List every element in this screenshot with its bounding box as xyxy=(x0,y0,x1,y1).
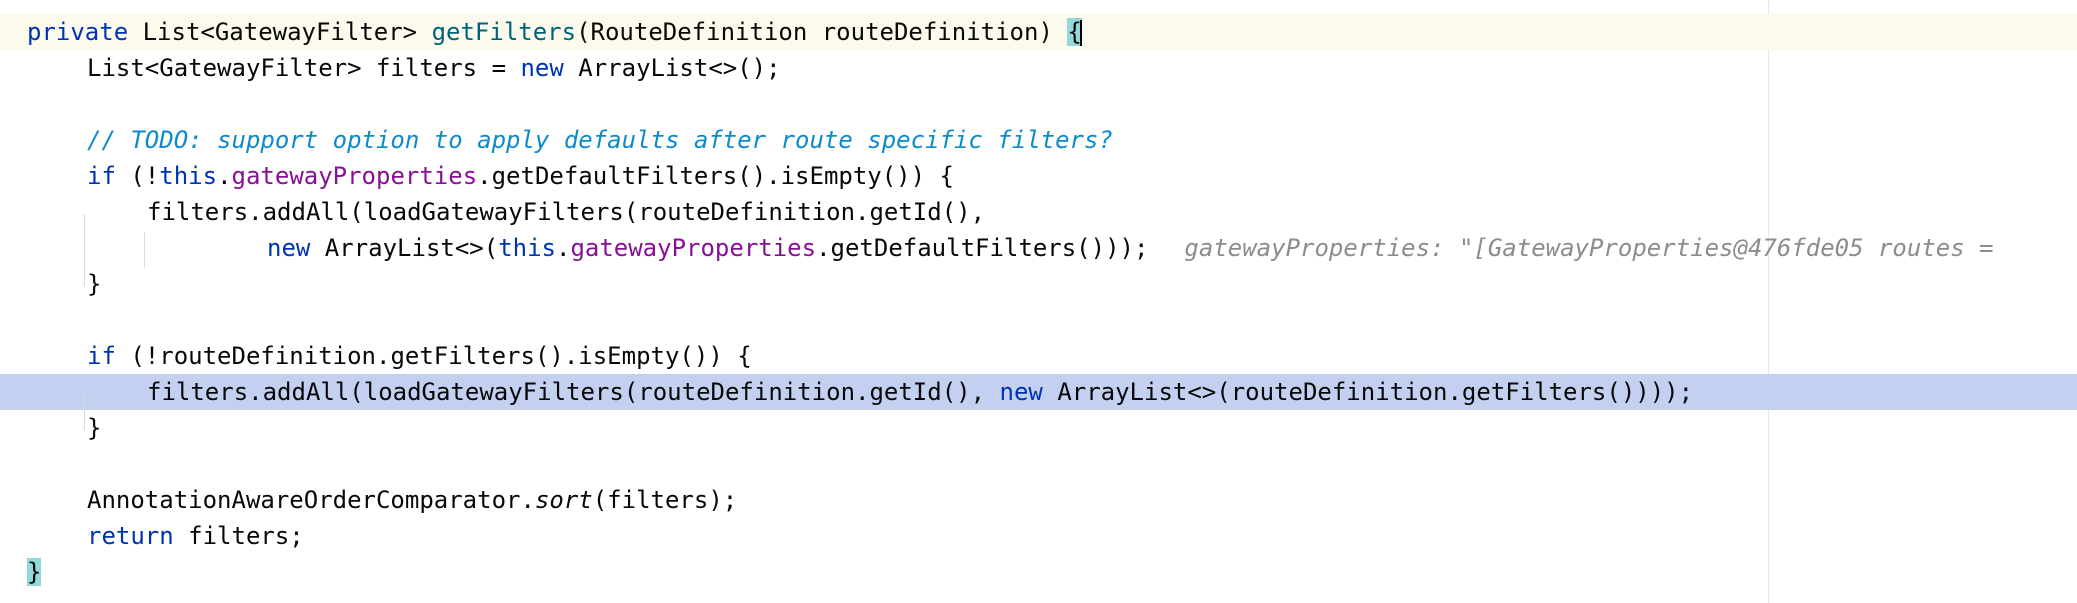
code-line-text: filters.addAll(loadGatewayFilters(routeD… xyxy=(147,194,985,230)
code-token: new xyxy=(520,54,579,82)
indent-guide xyxy=(84,214,85,286)
code-token: if xyxy=(87,162,131,190)
code-token: filters.addAll(loadGatewayFilters(routeD… xyxy=(147,378,1000,406)
code-token: ArrayList<>( xyxy=(324,234,499,262)
code-line-text: return filters; xyxy=(87,518,304,554)
code-line[interactable]: List<GatewayFilter> filters = new ArrayL… xyxy=(0,50,2077,86)
code-editor[interactable]: private List<GatewayFilter> getFilters(R… xyxy=(0,0,2077,603)
code-token: this xyxy=(498,234,556,262)
code-token: .getDefaultFilters().isEmpty()) { xyxy=(477,162,954,190)
debugger-inline-value-hint: gatewayProperties: "[GatewayProperties@4… xyxy=(1184,234,1994,262)
code-token: filters; xyxy=(188,522,304,550)
code-line[interactable]: return filters; xyxy=(0,518,2077,554)
code-line-text: private List<GatewayFilter> getFilters(R… xyxy=(27,14,1082,50)
code-token: return xyxy=(87,522,189,550)
code-line-text: List<GatewayFilter> filters = new ArrayL… xyxy=(87,50,781,86)
code-token: . xyxy=(217,162,232,190)
code-token: this xyxy=(159,162,218,190)
code-token: new xyxy=(267,234,325,262)
code-line[interactable]: } xyxy=(0,554,2077,590)
code-token: gatewayProperties xyxy=(231,162,478,190)
code-token: List<GatewayFilter> xyxy=(142,18,432,46)
code-token: } xyxy=(87,270,102,298)
code-token: AnnotationAwareOrderComparator. xyxy=(87,486,535,514)
code-token: sort xyxy=(534,486,593,514)
code-line[interactable]: // TODO: support option to apply default… xyxy=(0,122,2077,158)
code-token: private xyxy=(27,18,143,46)
code-token: } xyxy=(87,414,102,442)
code-token: .getDefaultFilters())); xyxy=(816,234,1149,262)
code-line[interactable]: if (!routeDefinition.getFilters().isEmpt… xyxy=(0,338,2077,374)
code-token: ArrayList<>(); xyxy=(578,54,781,82)
indent-guide xyxy=(84,394,85,430)
code-token: if xyxy=(87,342,131,370)
code-token: (filters); xyxy=(592,486,738,514)
code-line[interactable]: filters.addAll(loadGatewayFilters(routeD… xyxy=(0,374,2077,410)
code-token: ArrayList<>(routeDefinition.getFilters()… xyxy=(1057,378,1694,406)
code-token: (!routeDefinition.getFilters().isEmpty()… xyxy=(130,342,752,370)
code-line[interactable]: } xyxy=(0,266,2077,302)
code-line-text: filters.addAll(loadGatewayFilters(routeD… xyxy=(147,374,1693,410)
code-line[interactable]: new ArrayList<>(this.gatewayProperties.g… xyxy=(0,230,2077,266)
code-line[interactable]: } xyxy=(0,410,2077,446)
code-line[interactable]: filters.addAll(loadGatewayFilters(routeD… xyxy=(0,194,2077,230)
text-caret xyxy=(1079,20,1082,46)
code-line-text: AnnotationAwareOrderComparator.sort(filt… xyxy=(87,482,737,518)
code-token: (! xyxy=(130,162,160,190)
code-token: // TODO: support option to apply default… xyxy=(87,126,1113,154)
code-token: filters.addAll(loadGatewayFilters(routeD… xyxy=(147,198,986,226)
code-token: (RouteDefinition routeDefinition) xyxy=(576,18,1068,46)
code-line-text: } xyxy=(87,410,101,446)
code-line-text: new ArrayList<>(this.gatewayProperties.g… xyxy=(267,230,1994,266)
code-line[interactable]: if (!this.gatewayProperties.getDefaultFi… xyxy=(0,158,2077,194)
code-line-text: // TODO: support option to apply default… xyxy=(87,122,1113,158)
matched-brace: } xyxy=(27,558,42,586)
code-line[interactable]: private List<GatewayFilter> getFilters(R… xyxy=(0,14,2077,50)
code-line[interactable] xyxy=(0,446,2077,482)
code-token: List<GatewayFilter> filters = xyxy=(87,54,521,82)
code-line-text: if (!this.gatewayProperties.getDefaultFi… xyxy=(87,158,954,194)
code-line[interactable] xyxy=(0,302,2077,338)
code-line[interactable]: AnnotationAwareOrderComparator.sort(filt… xyxy=(0,482,2077,518)
code-line[interactable] xyxy=(0,86,2077,122)
code-token: getFilters xyxy=(431,18,577,46)
code-token: new xyxy=(999,378,1058,406)
indent-guide xyxy=(144,232,145,268)
code-line-text: } xyxy=(87,266,101,302)
code-line-text: } xyxy=(27,554,42,590)
code-token: . xyxy=(555,234,571,262)
code-token: gatewayProperties xyxy=(570,234,817,262)
code-line-text: if (!routeDefinition.getFilters().isEmpt… xyxy=(87,338,752,374)
